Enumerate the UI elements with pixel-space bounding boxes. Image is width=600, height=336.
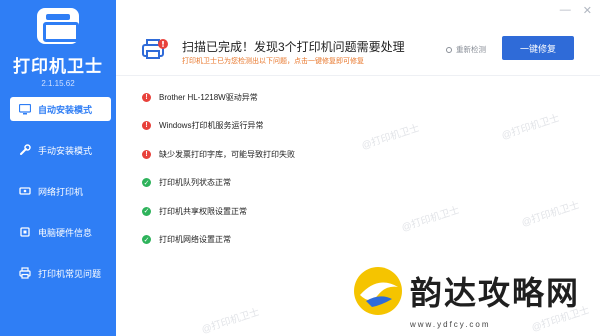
result-text: Windows打印机服务运行异常: [159, 121, 264, 130]
check-icon: ✓: [142, 235, 151, 244]
brand-overlay: 韵达攻略网: [352, 265, 580, 317]
sidebar-item-hardware-info[interactable]: 电脑硬件信息: [10, 220, 111, 244]
scan-result-title: 扫描已完成！发现3个打印机问题需要处理: [182, 40, 405, 54]
result-item: ✓ 打印机网络设置正常: [142, 233, 295, 247]
sidebar-item-label: 自动安装模式: [38, 104, 93, 115]
watermark: @打印机卫士: [360, 122, 422, 152]
watermark: @打印机卫士: [200, 306, 262, 336]
sidebar-item-label: 电脑硬件信息: [38, 227, 93, 238]
result-item: ! 缺少发票打印字库，可能导致打印失败: [142, 147, 295, 161]
refresh-icon: [446, 46, 452, 53]
result-text: Brother HL-1218W驱动异常: [159, 92, 258, 102]
network-icon: [18, 184, 32, 198]
watermark: @打印机卫士: [520, 199, 582, 229]
scan-result-subtitle: 打印机卫士已为您检测出以下问题，点击一键修复即可修复: [182, 58, 364, 65]
minimize-button[interactable]: —: [560, 4, 571, 17]
check-icon: ✓: [142, 206, 151, 216]
sidebar-item-label: 打印机常见问题: [38, 268, 102, 279]
error-icon: !: [142, 92, 151, 102]
sidebar: 打印机卫士 2.1.15.62 自动安装模式 手动安装模式 网络打印机 电脑硬件…: [0, 0, 116, 336]
scan-results-list: ! Brother HL-1218W驱动异常 ! Windows打印机服务运行异…: [142, 90, 295, 261]
one-click-fix-button[interactable]: 一键修复: [502, 36, 574, 60]
sidebar-item-auto-install[interactable]: 自动安装模式: [10, 97, 111, 121]
result-text: 打印机共享权限设置正常: [159, 206, 247, 216]
sidebar-item-network-printer[interactable]: 网络打印机: [10, 179, 111, 203]
app-name: 打印机卫士: [13, 57, 103, 76]
sidebar-item-printer-faq[interactable]: 打印机常见问题: [10, 261, 111, 285]
brand-logo-icon: [352, 265, 404, 317]
sidebar-nav: 自动安装模式 手动安装模式 网络打印机 电脑硬件信息 打印机常见问题: [0, 97, 116, 302]
result-text: 缺少发票打印字库，可能导致打印失败: [159, 149, 295, 159]
watermark: @打印机卫士: [500, 112, 562, 142]
result-text: 打印机网络设置正常: [159, 235, 231, 244]
check-icon: ✓: [142, 178, 151, 187]
app-version: 2.1.15.62: [41, 79, 75, 88]
result-item: ! Brother HL-1218W驱动异常: [142, 90, 295, 104]
rescan-label: 重新检测: [456, 45, 486, 54]
printer-icon: [18, 266, 32, 280]
printer-alert-icon: [142, 38, 168, 60]
brand-title: 韵达攻略网: [410, 274, 581, 312]
sidebar-item-label: 手动安装模式: [38, 145, 93, 156]
window-controls: — ✕: [560, 4, 592, 17]
rescan-link[interactable]: 重新检测: [446, 44, 486, 55]
brand-url: www.ydfcy.com: [410, 320, 491, 329]
sidebar-item-manual-install[interactable]: 手动安装模式: [10, 138, 111, 162]
printer-logo-icon: [37, 8, 79, 44]
chip-icon: [18, 225, 32, 239]
close-button[interactable]: ✕: [583, 4, 592, 17]
result-text: 打印机队列状态正常: [159, 178, 231, 187]
watermark: @打印机卫士: [400, 204, 462, 234]
result-item: ✓ 打印机共享权限设置正常: [142, 204, 295, 218]
error-icon: !: [142, 149, 151, 159]
monitor-icon: [18, 102, 32, 116]
scan-result-header: 扫描已完成！发现3个打印机问题需要处理 打印机卫士已为您检测出以下问题，点击一键…: [116, 0, 600, 76]
result-item: ✓ 打印机队列状态正常: [142, 176, 295, 190]
error-icon: !: [142, 121, 151, 130]
result-item: ! Windows打印机服务运行异常: [142, 119, 295, 133]
app-logo-area: 打印机卫士 2.1.15.62: [0, 8, 116, 88]
sidebar-item-label: 网络打印机: [38, 186, 84, 197]
wrench-icon: [18, 143, 32, 157]
